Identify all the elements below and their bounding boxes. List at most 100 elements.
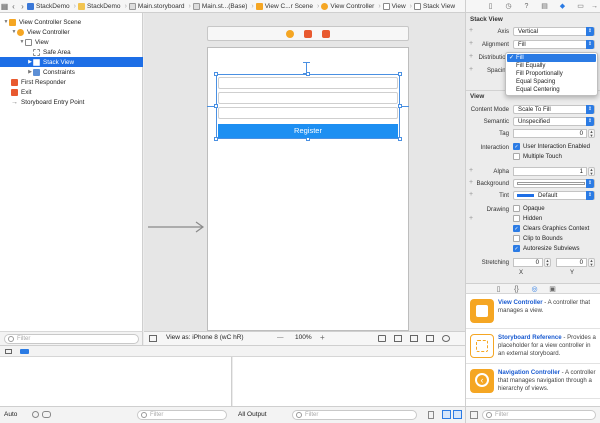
background-color-popup[interactable]: ⇕: [513, 179, 595, 188]
outline-item-exit[interactable]: Exit: [0, 87, 143, 97]
clip-to-bounds-checkbox[interactable]: Clip to Bounds: [513, 235, 563, 242]
zoom-in-button[interactable]: +: [320, 333, 325, 342]
stretch-x-field[interactable]: 0: [513, 258, 543, 267]
content-mode-popup[interactable]: Scale To Fill ⇕: [513, 105, 595, 114]
semantic-popup[interactable]: Unspecified ⇕: [513, 117, 595, 126]
stretch-y-stepper[interactable]: ▲ ▼: [588, 258, 595, 267]
variables-filter-input[interactable]: Filter: [137, 410, 227, 420]
entry-point-arrow-icon[interactable]: [148, 221, 206, 233]
console-filter-input[interactable]: Filter: [292, 410, 417, 420]
first-responder-icon[interactable]: [304, 30, 312, 38]
register-button[interactable]: Register: [218, 124, 398, 138]
quick-help-icon[interactable]: ?: [522, 2, 531, 11]
autoresize-checkbox[interactable]: ✓ Autoresize Subviews: [513, 245, 580, 252]
stretch-x-stepper[interactable]: ▲ ▼: [544, 258, 551, 267]
info-icon[interactable]: [32, 411, 39, 418]
outline-item-safe-area[interactable]: Safe Area: [0, 47, 143, 57]
resize-handle[interactable]: [306, 72, 310, 76]
breadcrumb-stack-view[interactable]: Stack View: [414, 2, 455, 10]
resize-handle[interactable]: [398, 137, 402, 141]
axis-popup[interactable]: Vertical ⇕: [513, 27, 595, 36]
console-view[interactable]: [233, 357, 465, 406]
menu-item-equal-centering[interactable]: Equal Centering: [507, 86, 596, 94]
outline-item-first-responder[interactable]: First Responder: [0, 77, 143, 87]
update-frames-icon[interactable]: [378, 335, 386, 342]
grid-icon[interactable]: ▦: [0, 2, 9, 11]
file-template-icon[interactable]: ▯: [494, 285, 503, 294]
breadcrumb-view[interactable]: View: [382, 2, 406, 10]
outline-item-entry-point[interactable]: → Storyboard Entry Point: [0, 97, 143, 107]
forward-arrow-icon[interactable]: ›: [18, 2, 27, 11]
back-arrow-icon[interactable]: ‹: [9, 2, 18, 11]
breadcrumb-scene[interactable]: View C...r Scene: [255, 2, 313, 10]
split-right-icon[interactable]: [453, 410, 462, 419]
tag-stepper[interactable]: ▲ ▼: [588, 129, 595, 138]
trash-icon[interactable]: [428, 411, 434, 419]
tag-field[interactable]: 0: [513, 129, 587, 138]
opaque-checkbox[interactable]: Opaque: [513, 205, 545, 212]
output-dropdown[interactable]: All Output: [238, 411, 267, 418]
outline-item-constraints[interactable]: ▶ Constraints: [0, 67, 143, 77]
alpha-field[interactable]: 1: [513, 167, 587, 176]
breakpoint-icon[interactable]: [20, 349, 29, 354]
breadcrumb-storyboard-base[interactable]: Main.st...(Base): [192, 2, 247, 10]
menu-item-fill-proportionally[interactable]: Fill Proportionally: [507, 70, 596, 78]
add-constraints-icon[interactable]: [426, 335, 434, 342]
scene-dock: [207, 26, 409, 41]
file-inspector-icon[interactable]: ▯: [486, 2, 495, 11]
connections-inspector-icon[interactable]: →: [590, 2, 599, 11]
library-item-navigation-controller[interactable]: ‹ Navigation Controller - A controller t…: [466, 364, 600, 399]
exit-icon[interactable]: [322, 30, 330, 38]
outline-item-view[interactable]: ▼ View: [0, 37, 143, 47]
outline-toggle-icon[interactable]: [149, 335, 157, 342]
text-field-2[interactable]: [218, 92, 398, 104]
breadcrumb-project[interactable]: StackDemo: [27, 2, 70, 10]
user-interaction-checkbox[interactable]: ✓ User Interaction Enabled: [513, 143, 590, 150]
outline-item-scene[interactable]: ▼ View Controller Scene: [0, 17, 143, 27]
tint-popup[interactable]: Default ⇕: [513, 191, 595, 200]
library-item-view-controller[interactable]: View Controller - A controller that mana…: [466, 294, 600, 329]
alignment-popup[interactable]: Fill ⇕: [513, 40, 595, 49]
object-library-icon[interactable]: ◎: [530, 285, 539, 294]
identity-inspector-icon[interactable]: ▤: [540, 2, 549, 11]
menu-item-fill[interactable]: ✓ Fill: [507, 54, 596, 62]
alpha-stepper[interactable]: ▲ ▼: [588, 167, 595, 176]
embed-in-stack-icon[interactable]: [394, 335, 402, 342]
resize-handle[interactable]: [398, 104, 402, 108]
code-snippet-icon[interactable]: {}: [512, 285, 521, 294]
breadcrumb-storyboard[interactable]: Main.storyboard: [128, 2, 185, 10]
attributes-inspector-icon[interactable]: ◆: [558, 2, 567, 11]
text-field-3[interactable]: [218, 107, 398, 119]
view-controller-icon[interactable]: [286, 30, 294, 38]
hide-debug-icon[interactable]: [5, 349, 12, 354]
breadcrumb-folder[interactable]: StackDemo: [77, 2, 121, 10]
auto-dropdown[interactable]: Auto: [4, 411, 17, 418]
resize-handle[interactable]: [214, 72, 218, 76]
breadcrumb-view-controller[interactable]: View Controller: [321, 2, 374, 10]
library-filter-input[interactable]: Filter: [482, 410, 596, 420]
view-as-label[interactable]: View as: iPhone 8 (wC hR): [166, 334, 244, 341]
eye-icon[interactable]: [42, 411, 51, 418]
menu-item-equal-spacing[interactable]: Equal Spacing: [507, 78, 596, 86]
menu-item-fill-equally[interactable]: Fill Equally: [507, 62, 596, 70]
text-field-1[interactable]: [218, 77, 398, 89]
align-icon[interactable]: [410, 335, 418, 342]
list-view-icon[interactable]: [470, 411, 478, 419]
history-icon[interactable]: ◷: [504, 2, 513, 11]
library-item-storyboard-reference[interactable]: Storyboard Reference - Provides a placeh…: [466, 329, 600, 364]
outline-item-stack-view[interactable]: ▶ Stack View: [0, 57, 143, 67]
variables-view[interactable]: [0, 357, 232, 406]
size-inspector-icon[interactable]: ▭: [576, 2, 585, 11]
resolve-issues-icon[interactable]: [442, 335, 450, 342]
add-variation-icon[interactable]: +: [469, 215, 473, 222]
resize-handle[interactable]: [398, 72, 402, 76]
media-library-icon[interactable]: ▣: [548, 285, 557, 294]
outline-filter-input[interactable]: Filter: [4, 334, 139, 344]
outline-item-view-controller[interactable]: ▼ View Controller: [0, 27, 143, 37]
split-left-icon[interactable]: [442, 410, 451, 419]
zoom-out-button[interactable]: —: [277, 334, 284, 341]
clears-graphics-checkbox[interactable]: ✓ Clears Graphics Context: [513, 225, 589, 232]
multiple-touch-checkbox[interactable]: Multiple Touch: [513, 153, 562, 160]
hidden-checkbox[interactable]: Hidden: [513, 215, 542, 222]
stretch-y-field[interactable]: 0: [556, 258, 587, 267]
